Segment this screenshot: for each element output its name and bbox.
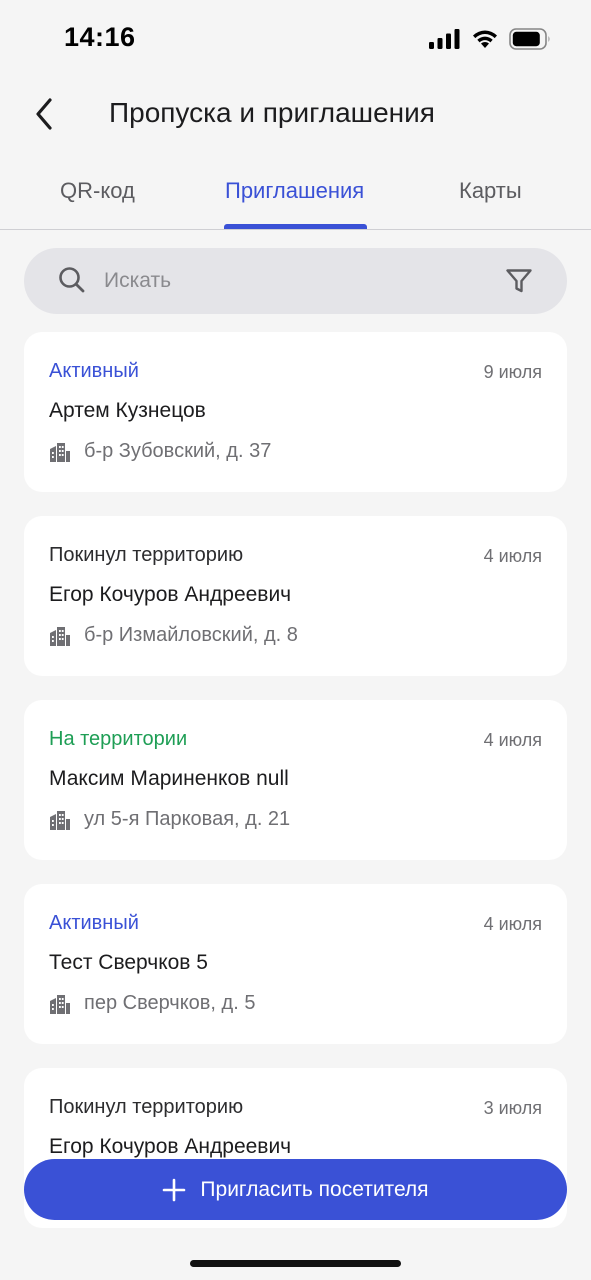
invitation-address: ул 5-я Парковая, д. 21: [84, 808, 291, 830]
address-row: пер Сверчков, д. 5: [49, 992, 255, 1015]
visitor-name: Тест Сверчков 5: [49, 951, 208, 974]
building-icon: [50, 810, 70, 830]
visitor-name: Артем Кузнецов: [49, 399, 206, 422]
page-title: Пропуска и приглашения: [109, 97, 435, 128]
invitation-date: 3 июля: [483, 1098, 542, 1118]
invitation-status: Активный: [49, 360, 139, 382]
invitation-card[interactable]: Активный 4 июля Тест Сверчков 5 пер Сверчко…: [24, 884, 567, 1044]
status-bar: 14:16: [0, 0, 591, 80]
status-icons: [429, 27, 551, 51]
invitation-status: Покинул территорию: [49, 1096, 244, 1118]
home-indicator: [190, 1260, 401, 1267]
plus-icon: [163, 1178, 186, 1201]
wifi-icon: [473, 30, 497, 48]
invite-visitor-label: Пригласить посетителя: [200, 1177, 429, 1201]
battery-icon: [509, 28, 550, 50]
invitation-card[interactable]: На территории 4 июля Максим Мариненков nul…: [24, 700, 567, 860]
signal-icon: [429, 29, 460, 49]
visitor-name: Егор Кочуров Андреевич: [49, 583, 292, 606]
invitation-status: Активный: [49, 912, 139, 934]
chevron-left-icon: [36, 98, 52, 130]
header: Пропуска и приглашения: [0, 80, 591, 150]
tab-cards[interactable]: Карты: [459, 178, 522, 204]
back-button[interactable]: [22, 92, 66, 136]
visitor-name: Максим Мариненков null: [49, 767, 289, 790]
invitation-address: пер Сверчков, д. 5: [84, 992, 256, 1014]
invitation-date: 4 июля: [483, 546, 542, 566]
tab-invitations[interactable]: Приглашения: [225, 178, 364, 204]
active-tab-indicator: [224, 224, 367, 229]
search-bar[interactable]: [24, 248, 567, 314]
invite-visitor-button[interactable]: Пригласить посетителя: [24, 1159, 567, 1220]
invitation-date: 4 июля: [483, 914, 542, 934]
filter-icon[interactable]: [505, 268, 533, 294]
address-row: б-р Зубовский, д. 37: [49, 440, 271, 463]
building-icon: [50, 442, 70, 462]
address-row: ул 5-я Парковая, д. 21: [49, 808, 290, 831]
status-time: 14:16: [64, 22, 136, 52]
invitation-status: Покинул территорию: [49, 544, 244, 566]
building-icon: [50, 626, 70, 646]
invitation-card[interactable]: Активный 9 июля Артем Кузнецов б-р Зубовски…: [24, 332, 567, 492]
invitation-address: б-р Измайловский, д. 8: [84, 624, 298, 646]
invitation-card[interactable]: Покинул территорию 4 июля Егор Кочуров Анд…: [24, 516, 567, 676]
invitation-address: б-р Зубовский, д. 37: [84, 440, 272, 462]
search-input[interactable]: [102, 248, 482, 314]
search-icon: [59, 267, 85, 293]
invitation-status: На территории: [49, 728, 188, 750]
tab-qr-code[interactable]: QR-код: [60, 178, 135, 204]
screen: 14:16 Пропуска и приглашения QR-код Приг…: [0, 0, 591, 1280]
building-icon: [50, 994, 70, 1014]
visitor-name: Егор Кочуров Андреевич: [49, 1135, 292, 1158]
tab-bar: QR-код Приглашения Карты: [0, 160, 591, 230]
invitation-list: Активный 9 июля Артем Кузнецов б-р Зубовски…: [24, 332, 567, 1252]
address-row: б-р Измайловский, д. 8: [49, 624, 298, 647]
invitation-date: 4 июля: [483, 730, 542, 750]
invitation-date: 9 июля: [483, 362, 542, 382]
